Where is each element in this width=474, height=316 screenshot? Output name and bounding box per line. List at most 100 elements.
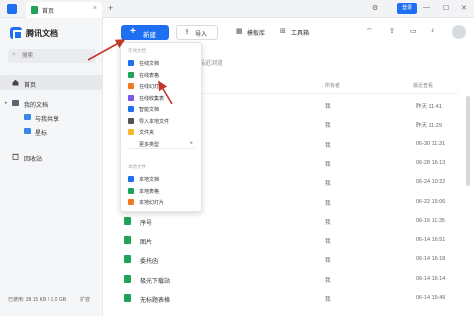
menu-item-label: 本地表格 [139, 188, 160, 195]
file-type-icon [128, 199, 134, 205]
settings-icon[interactable]: ⚙ [372, 4, 378, 12]
tab-doc-icon [31, 6, 38, 14]
file-type-icon [128, 117, 134, 124]
sidebar-item-label: 星标 [35, 131, 48, 137]
sidebar-item-starred[interactable]: 星标 [0, 124, 102, 138]
app-icon [7, 4, 17, 14]
table-row[interactable]: 序号 我 06-16 11:35 [118, 212, 458, 231]
file-time: 昨天 11:41 [416, 104, 442, 110]
table-row[interactable]: 无标题表格 我 06-14 15:49 [118, 289, 458, 308]
menu-item-label: 文件夹 [139, 130, 155, 136]
menu-item[interactable]: 本地幻灯片 [121, 197, 201, 207]
search-box[interactable]: ⌕ [8, 49, 96, 63]
section-local-label: 本地文件 [128, 164, 146, 169]
menu-item[interactable]: 在线收集表 [121, 93, 201, 103]
table-row[interactable]: 极光下载站 我 06-14 16:14 [118, 270, 458, 289]
close-tab-icon[interactable]: × [93, 5, 97, 12]
file-time: 06-14 16:18 [416, 256, 446, 263]
file-time: 06-16 11:35 [416, 217, 445, 224]
tab-home[interactable]: 首页 × [26, 2, 102, 18]
new-tab-button[interactable]: + [108, 3, 113, 13]
menu-item[interactable]: 导入本地文件 [121, 116, 201, 126]
import-button-label: 导入 [195, 32, 208, 38]
import-icon: ⇪ [184, 29, 190, 36]
file-name: 委托函 [140, 259, 159, 266]
column-header-time[interactable]: 最近查看 [413, 82, 433, 89]
home-icon [12, 79, 19, 86]
file-owner: 我 [325, 277, 331, 284]
menu-item-label: 本地文档 [139, 177, 160, 183]
table-row[interactable]: 图片 我 06-14 16:51 [118, 231, 458, 250]
template-library-button[interactable]: 模板库 [247, 28, 265, 37]
file-time: 06-22 15:06 [416, 198, 446, 205]
menu-item[interactable]: 更多类型 ▸ [121, 139, 201, 149]
file-type-icon [128, 106, 134, 112]
menu-item[interactable]: 本地文档 [121, 174, 201, 184]
file-time: 06-14 16:51 [416, 237, 446, 244]
divider [127, 148, 195, 149]
menu-item[interactable]: 本地表格 [121, 186, 201, 196]
file-owner: 我 [325, 200, 331, 207]
menu-item[interactable]: 在线文档 [121, 58, 201, 68]
minimize-icon[interactable]: — [423, 4, 430, 11]
menu-item-label: 在线收集表 [139, 95, 165, 102]
brand-name: 腾讯文档 [26, 29, 58, 38]
menu-item-label: 在线文档 [139, 61, 160, 67]
close-window-icon[interactable]: ✕ [461, 4, 467, 12]
sheet-icon [124, 255, 131, 264]
login-button[interactable]: 登录 [397, 3, 417, 14]
list-title: 最近浏览 [199, 61, 224, 67]
title-bar: 首页 × + ⚙ 登录 — ☐ ✕ [0, 0, 474, 18]
import-button[interactable]: ⇪ 导入 [176, 25, 218, 40]
table-row[interactable]: 委托函 我 06-14 16:18 [118, 250, 458, 269]
file-type-icon [128, 83, 134, 89]
folder-icon [12, 100, 19, 106]
file-owner: 我 [325, 161, 331, 168]
file-owner: 我 [325, 258, 331, 265]
bell-icon[interactable]: ♪ [431, 27, 435, 34]
folder-icon[interactable]: ▭ [410, 27, 417, 35]
file-name: 无标题表格 [140, 298, 171, 304]
maximize-icon[interactable]: ☐ [443, 4, 449, 12]
menu-item[interactable]: 在线幻灯片 [121, 81, 201, 91]
chevron-right-icon[interactable]: ▸ [5, 100, 12, 107]
expand-storage-button[interactable]: 扩容 [80, 296, 90, 303]
search-icon: ⌕ [12, 51, 16, 58]
sheet-icon [124, 216, 131, 225]
toolbox-button[interactable]: 工具箱 [291, 28, 309, 37]
menu-item[interactable]: 文件夹 [121, 127, 201, 137]
menu-item[interactable]: 智能文档 [121, 104, 201, 114]
wifi-icon[interactable]: ⌔ [366, 27, 373, 36]
section-online-label: 在线文档 [128, 48, 146, 53]
sidebar-item-shared[interactable]: 与我共享 [0, 110, 102, 124]
file-owner: 我 [325, 181, 331, 188]
avatar[interactable] [452, 25, 466, 39]
sidebar-item-label: 与我共享 [35, 117, 60, 123]
file-time: 06-30 11:31 [416, 140, 445, 147]
toolbox-icon: ⊞ [280, 28, 286, 35]
menu-item-label: 在线幻灯片 [139, 84, 165, 90]
file-type-icon [128, 60, 134, 66]
new-button[interactable]: + 新建 [121, 25, 169, 40]
menu-item-label: 本地幻灯片 [139, 200, 165, 206]
file-time: 06-24 10:22 [416, 179, 446, 186]
menu-item-label: 导入本地文件 [139, 118, 170, 125]
menu-item-label: 在线表格 [139, 72, 160, 79]
plus-icon: + [130, 26, 136, 37]
sidebar-item-my-docs[interactable]: ▸ 我的文档 [0, 96, 102, 110]
menu-item[interactable]: 在线表格 [121, 70, 201, 80]
file-name: 图片 [140, 240, 153, 247]
sheet-icon [124, 236, 131, 245]
upload-icon[interactable]: ⇧ [389, 27, 395, 35]
scrollbar[interactable] [466, 96, 470, 186]
file-owner: 我 [325, 219, 331, 226]
sidebar-item-trash[interactable]: 回收站 [0, 150, 102, 164]
sheet-icon [124, 294, 131, 302]
logo-icon [10, 27, 23, 40]
file-owner: 我 [325, 297, 331, 303]
new-button-label: 新建 [143, 32, 156, 39]
search-input[interactable] [22, 51, 92, 61]
sidebar-item-home[interactable]: 首页 [0, 76, 102, 90]
column-header-owner[interactable]: 所有者 [325, 82, 340, 89]
sidebar-item-label: 首页 [24, 83, 37, 89]
